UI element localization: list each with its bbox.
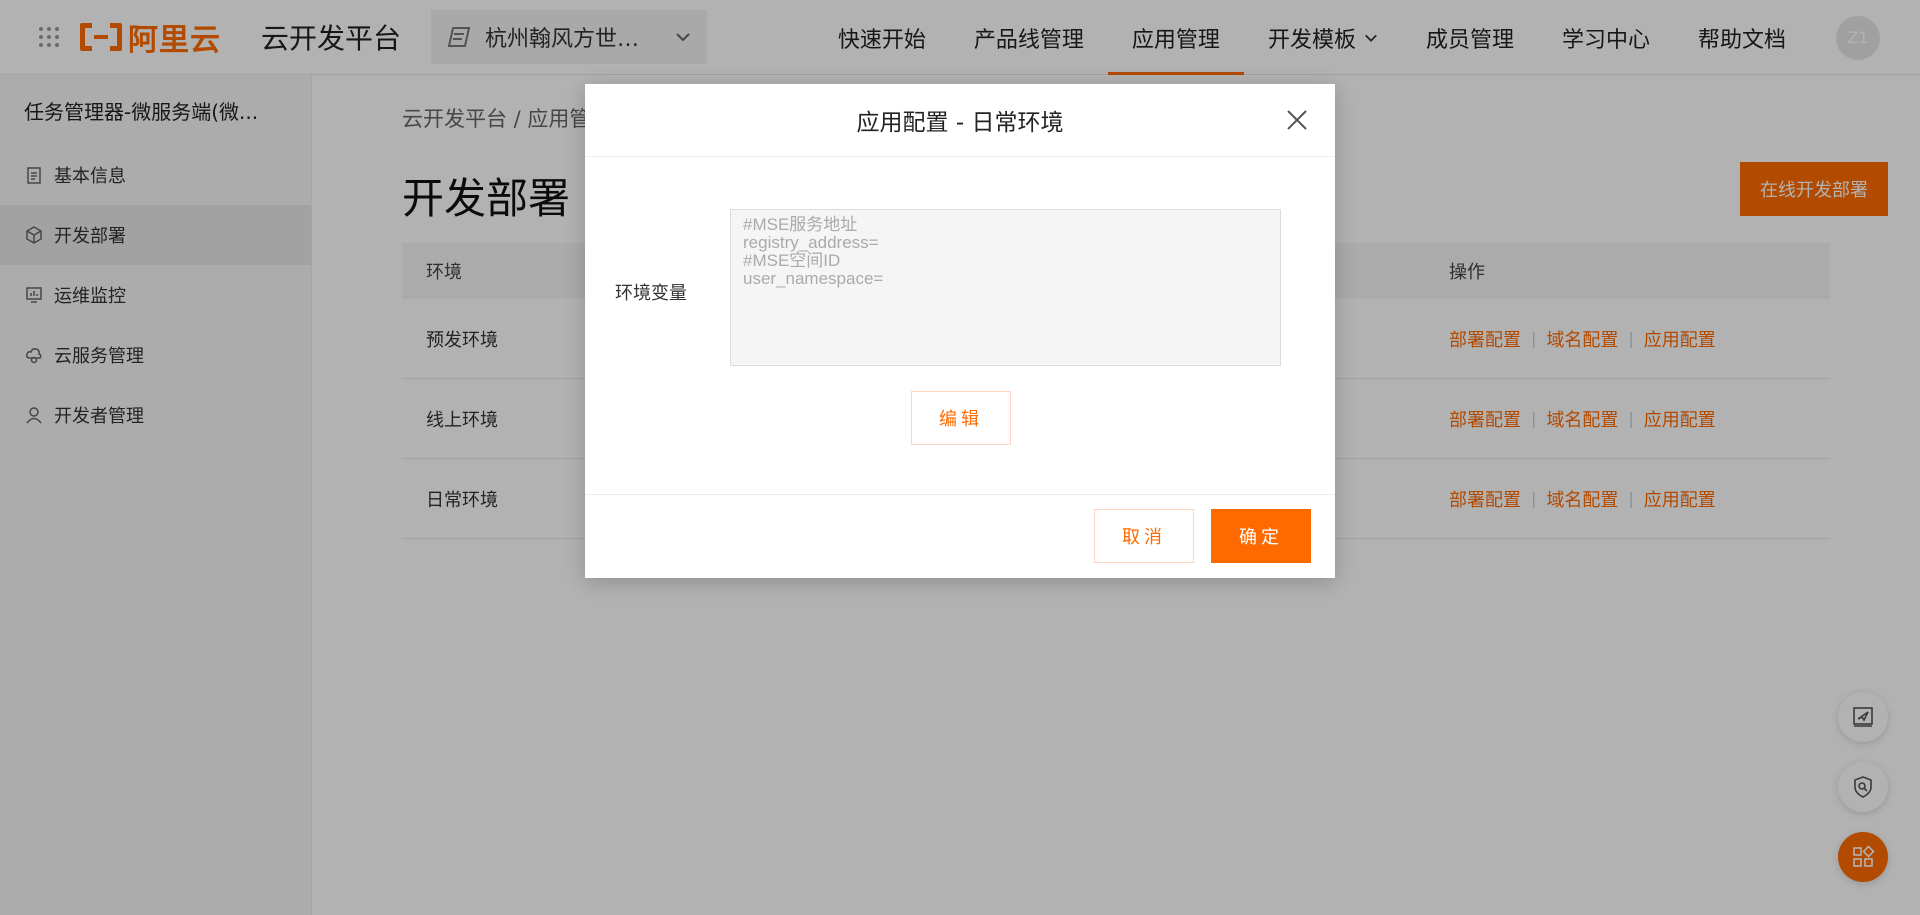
app-config-dialog: 应用配置 - 日常环境 环境变量 #MSE服务地址 registry_addre… — [585, 84, 1335, 578]
edit-button[interactable]: 编辑 — [911, 391, 1011, 445]
env-vars-label: 环境变量 — [615, 283, 687, 304]
env-vars-row: 环境变量 #MSE服务地址 registry_address= #MSE空间ID… — [615, 209, 1281, 366]
cancel-button[interactable]: 取消 — [1094, 509, 1194, 563]
dialog-title: 应用配置 - 日常环境 — [856, 110, 1064, 136]
dialog-footer: 取消 确定 — [585, 494, 1335, 578]
confirm-button[interactable]: 确定 — [1211, 509, 1311, 563]
dialog-header: 应用配置 - 日常环境 — [585, 84, 1335, 157]
env-vars-textarea[interactable]: #MSE服务地址 registry_address= #MSE空间ID user… — [730, 209, 1281, 366]
close-icon[interactable] — [1285, 108, 1309, 132]
